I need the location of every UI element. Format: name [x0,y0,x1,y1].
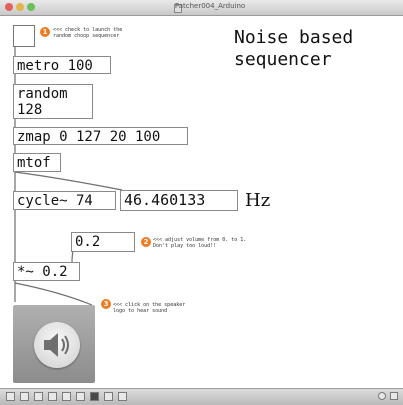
speaker-toggle-button[interactable] [13,305,95,383]
message-icon[interactable] [34,392,43,401]
mtof-object[interactable]: mtof [13,153,61,172]
speaker-icon-glyph [44,333,69,357]
toggle-comment: <<< check to launch the random choop seq… [53,27,123,39]
window-titlebar: Patcher004_Arduino [0,0,403,16]
close-window-button[interactable] [5,3,13,11]
random-object-line-2: 128 [17,102,43,118]
grid-icon[interactable] [378,392,386,400]
speaker-comment: <<< click on the speaker logo to hear so… [113,302,186,314]
slider-icon[interactable] [104,392,113,401]
step-1-badge: 1 [40,27,50,37]
cycle-object[interactable]: cycle~ 74 [13,191,116,210]
patcher-toolbar [0,388,403,405]
gain-number-box[interactable]: 0.2 [71,232,135,252]
random-object[interactable]: random 128 [13,84,93,119]
title-line-2: sequencer [234,49,332,70]
panel-icon[interactable] [118,392,127,401]
step-3-badge: 3 [101,299,111,309]
toggle-box[interactable] [13,25,35,47]
bang-icon[interactable] [90,392,99,401]
minimize-window-button[interactable] [16,3,24,11]
title-line-1: Noise based [234,27,354,48]
number-icon[interactable] [62,392,71,401]
lock-icon[interactable] [6,392,15,401]
comment-icon[interactable] [48,392,57,401]
presentation-icon[interactable] [390,392,398,400]
zoom-window-button[interactable] [27,3,35,11]
metro-object[interactable]: metro 100 [13,56,111,74]
multiply-signal-object[interactable]: *~ 0.2 [13,262,80,281]
new-object-icon[interactable] [20,392,29,401]
zmap-object[interactable]: zmap 0 127 20 100 [13,127,188,145]
frequency-number-box[interactable]: 46.460133 [120,190,238,211]
patch-title: Noise based sequencer [234,27,353,71]
random-object-line-1: random [17,86,68,102]
volume-comment: <<< adjust volume from 0. to 1. Don't pl… [153,237,247,249]
toggle-icon[interactable] [76,392,85,401]
speaker-icon [34,322,80,368]
window-title: Patcher004_Arduino [174,2,246,10]
frequency-unit-label: Hz [245,190,271,211]
step-2-badge: 2 [141,237,151,247]
